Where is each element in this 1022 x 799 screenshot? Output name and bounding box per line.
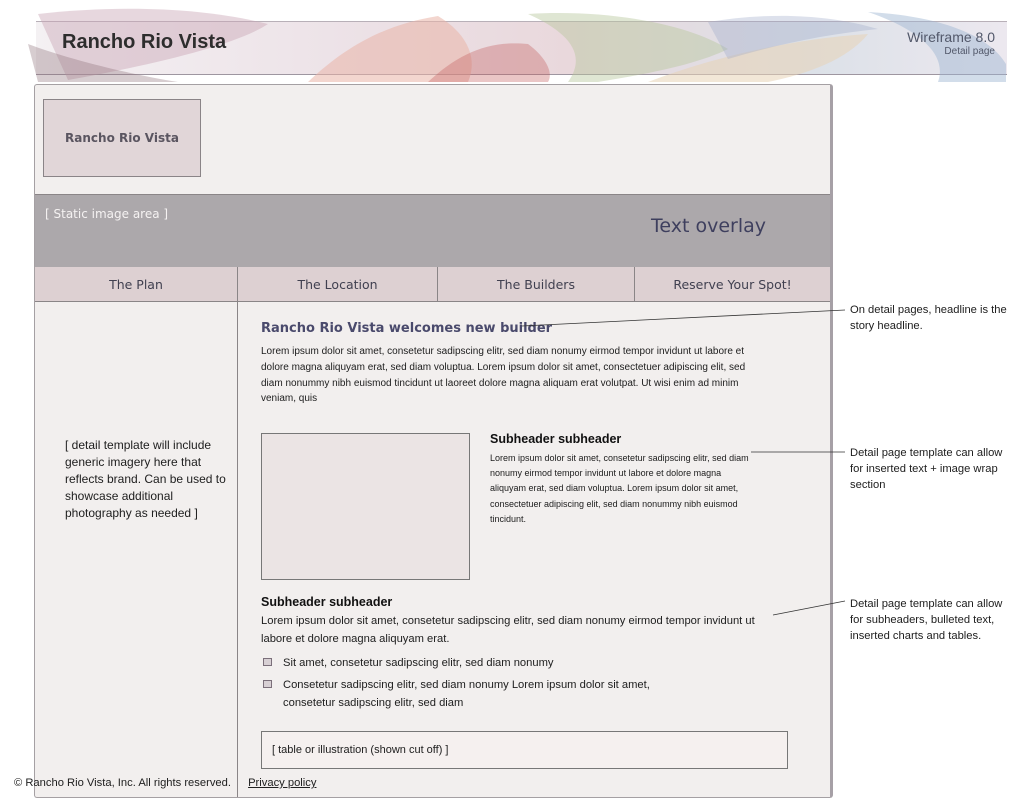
- subheader-1-body: Lorem ipsum dolor sit amet, consetetur s…: [490, 453, 749, 524]
- list-item: Consetetur sadipscing elitr, sed diam no…: [261, 676, 691, 712]
- bullet-text: Sit amet, consetetur sadipscing elitr, s…: [283, 657, 554, 669]
- subheader-2-body: Lorem ipsum dolor sit amet, consetetur s…: [261, 615, 755, 645]
- bullet-square-icon: [263, 680, 272, 688]
- hero-text-overlay: Text overlay: [651, 215, 767, 237]
- story-headline: Rancho Rio Vista welcomes new builder: [261, 321, 553, 336]
- hero-image-area: [ Static image area ] Text overlay: [35, 194, 830, 268]
- sidebar-note: [ detail template will include generic i…: [65, 438, 226, 520]
- annotation-subheaders: Detail page template can allow for subhe…: [850, 598, 1003, 642]
- wireframe-version: Wireframe 8.0: [907, 29, 995, 45]
- footer: © Rancho Rio Vista, Inc. All rights rese…: [14, 777, 316, 789]
- annotation-headline: On detail pages, headline is the story h…: [850, 304, 1007, 332]
- subheader-1: Subheader subheader: [490, 432, 622, 446]
- list-item: Sit amet, consetetur sadipscing elitr, s…: [261, 654, 691, 672]
- bullet-text: Consetetur sadipscing elitr, sed diam no…: [283, 679, 650, 709]
- nav-item-the-builders[interactable]: The Builders: [438, 267, 635, 301]
- wireframe-page-name: Detail page: [944, 46, 995, 57]
- story-body: Lorem ipsum dolor sit amet, consetetur s…: [261, 346, 746, 405]
- privacy-policy-link[interactable]: Privacy policy: [248, 777, 316, 789]
- page-frame: Rancho Rio Vista [ Static image area ] T…: [34, 84, 833, 798]
- banner-title: Rancho Rio Vista: [62, 31, 227, 53]
- table-placeholder: [ table or illustration (shown cut off) …: [261, 731, 788, 769]
- bullet-square-icon: [263, 658, 272, 666]
- copyright-text: © Rancho Rio Vista, Inc. All rights rese…: [14, 777, 231, 789]
- inline-image-placeholder: [261, 433, 470, 580]
- nav-item-reserve-your-spot[interactable]: Reserve Your Spot!: [635, 267, 830, 301]
- hero-label: [ Static image area ]: [45, 207, 169, 221]
- annotation-text-image-wrap: Detail page template can allow for inser…: [850, 447, 1003, 491]
- bullet-list: Sit amet, consetetur sadipscing elitr, s…: [261, 654, 691, 716]
- subheader-2: Subheader subheader: [261, 595, 393, 609]
- table-placeholder-label: [ table or illustration (shown cut off) …: [272, 744, 449, 756]
- nav-item-the-location[interactable]: The Location: [238, 267, 438, 301]
- nav-item-the-plan[interactable]: The Plan: [35, 267, 238, 301]
- sidebar: [ detail template will include generic i…: [35, 302, 238, 797]
- banner-meta: Wireframe 8.0 Detail page: [907, 29, 995, 57]
- site-logo[interactable]: Rancho Rio Vista: [43, 99, 201, 177]
- main-nav: The Plan The Location The Builders Reser…: [35, 267, 830, 302]
- wireframe-banner: Rancho Rio Vista Wireframe 8.0 Detail pa…: [8, 4, 1008, 82]
